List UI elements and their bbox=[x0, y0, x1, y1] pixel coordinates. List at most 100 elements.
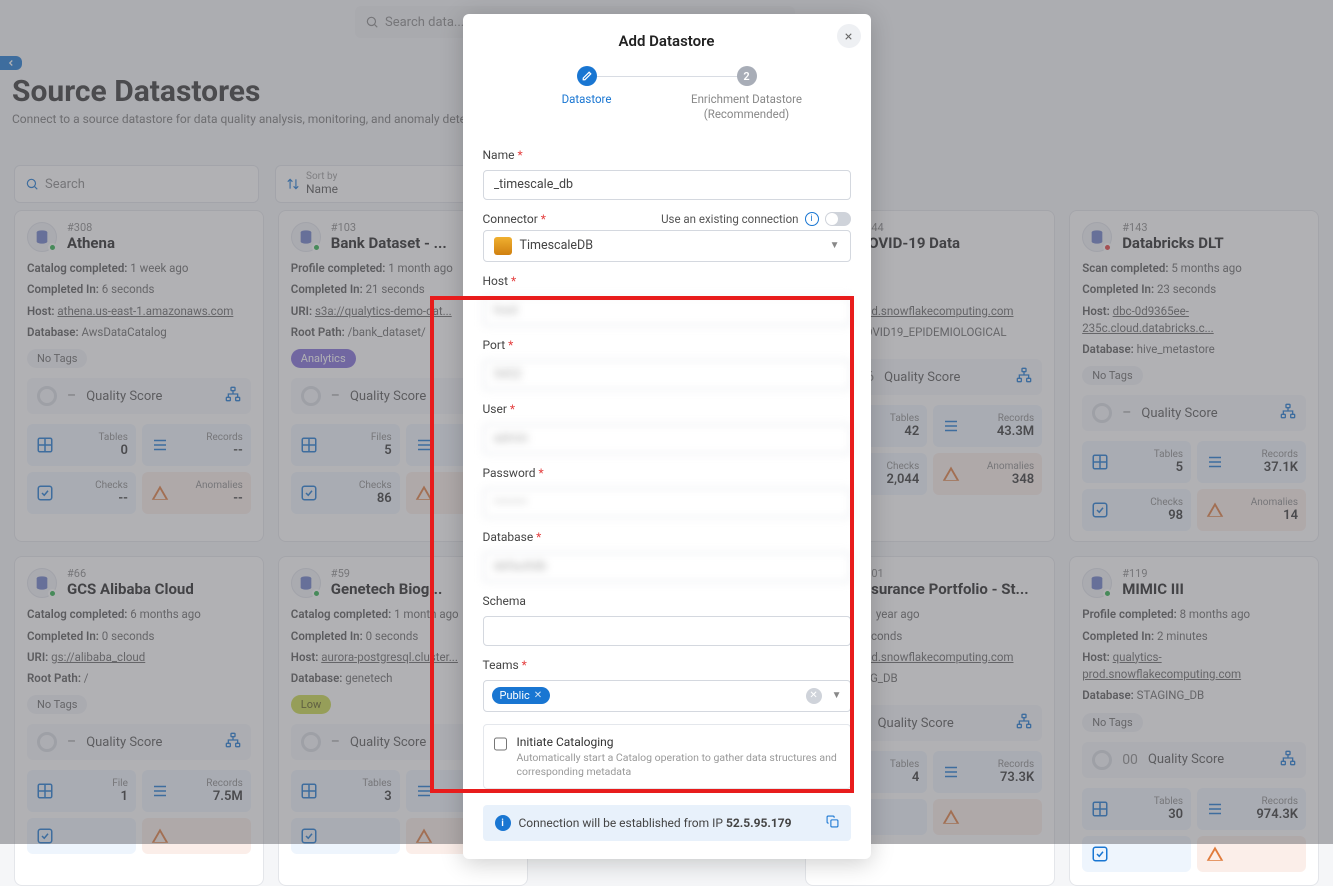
database-icon bbox=[298, 229, 314, 245]
stat-tile[interactable]: Files5 bbox=[291, 424, 400, 466]
score-label: Quality Score bbox=[350, 735, 479, 750]
card-name: GCS Alibaba Cloud bbox=[67, 580, 194, 598]
stat-tile[interactable]: Checks-- bbox=[27, 472, 136, 514]
teams-label: Teams bbox=[483, 658, 851, 672]
stat-tile[interactable] bbox=[27, 818, 136, 854]
records-icon bbox=[414, 781, 434, 801]
sort-icon bbox=[286, 177, 300, 191]
score-ring-icon bbox=[301, 386, 321, 406]
datastore-card[interactable]: #66 GCS Alibaba Cloud Catalog completed:… bbox=[14, 556, 264, 886]
tree-icon[interactable] bbox=[1280, 750, 1296, 770]
records-icon bbox=[1205, 799, 1225, 819]
card-id: #143 bbox=[1122, 221, 1224, 234]
stat-tile[interactable]: Records37.1K bbox=[1197, 441, 1306, 483]
step-enrichment[interactable]: 2 Enrichment Datastore(Recommended) bbox=[667, 66, 827, 122]
score-ring-icon bbox=[301, 732, 321, 752]
stat-tile[interactable]: Records974.3K bbox=[1197, 788, 1306, 830]
search-input[interactable]: Search bbox=[14, 165, 259, 203]
stat-tile[interactable]: Anomalies348 bbox=[933, 453, 1042, 495]
tag[interactable]: Low bbox=[291, 695, 331, 714]
stat-tile[interactable]: Tables30 bbox=[1082, 788, 1191, 830]
use-existing-toggle[interactable] bbox=[825, 212, 851, 226]
score-label: Quality Score bbox=[884, 370, 1006, 385]
tree-icon[interactable] bbox=[225, 386, 241, 406]
card-meta: Database: STAGING_DB bbox=[1082, 687, 1306, 704]
tag[interactable]: No Tags bbox=[1082, 713, 1142, 732]
user-input[interactable] bbox=[483, 424, 851, 454]
stat-tile[interactable]: Tables0 bbox=[27, 424, 136, 466]
stat-tile[interactable] bbox=[1197, 836, 1306, 872]
card-id: #66 bbox=[67, 567, 194, 580]
stat-tile[interactable] bbox=[1082, 836, 1191, 872]
table-icon bbox=[1090, 452, 1110, 472]
initiate-cataloging-option[interactable]: Initiate Cataloging Automatically start … bbox=[483, 724, 851, 789]
stat-tile[interactable]: Checks98 bbox=[1082, 489, 1191, 531]
tree-icon[interactable] bbox=[1016, 367, 1032, 387]
name-label: Name bbox=[483, 148, 851, 162]
score-value: – bbox=[331, 388, 340, 404]
team-chip-public[interactable]: Public ✕ bbox=[492, 687, 551, 704]
stat-tile[interactable]: File1 bbox=[27, 770, 136, 812]
card-meta: Catalog completed: 6 months ago bbox=[27, 606, 251, 623]
score-label: Quality Score bbox=[878, 716, 1007, 731]
quality-score-row[interactable]: – Quality Score bbox=[1082, 395, 1306, 431]
stat-tile[interactable]: Tables3 bbox=[291, 770, 400, 812]
step-datastore[interactable]: Datastore bbox=[507, 66, 667, 107]
warning-icon bbox=[414, 483, 434, 503]
tag[interactable]: No Tags bbox=[27, 695, 87, 714]
tag[interactable]: Analytics bbox=[291, 349, 356, 368]
port-label: Port bbox=[483, 338, 851, 352]
stat-tile[interactable]: Anomalies14 bbox=[1197, 489, 1306, 531]
records-icon bbox=[150, 781, 170, 801]
close-button[interactable] bbox=[837, 24, 861, 48]
stat-tile[interactable]: Checks86 bbox=[291, 472, 400, 514]
stat-tile[interactable] bbox=[933, 799, 1042, 835]
connector-select[interactable]: TimescaleDB ▼ bbox=[483, 230, 851, 262]
datastore-card[interactable]: #308 Athena Catalog completed: 1 week ag… bbox=[14, 210, 264, 542]
name-input[interactable] bbox=[483, 170, 851, 200]
back-button[interactable] bbox=[0, 56, 22, 70]
remove-chip-icon[interactable]: ✕ bbox=[534, 690, 542, 701]
initiate-cataloging-checkbox[interactable] bbox=[494, 737, 507, 751]
card-meta: Host: athena.us-east-1.amazonaws.com bbox=[27, 303, 251, 320]
quality-score-row[interactable]: – Quality Score bbox=[27, 724, 251, 760]
add-datastore-modal: Add Datastore Datastore 2 Enrichment Dat… bbox=[463, 14, 871, 859]
global-search-placeholder: Search data... bbox=[385, 15, 464, 30]
teams-select[interactable]: Public ✕ ✕ ▼ bbox=[483, 680, 851, 712]
host-input[interactable] bbox=[483, 296, 851, 326]
tree-icon[interactable] bbox=[1016, 713, 1032, 733]
card-meta: URI: gs://alibaba_cloud bbox=[27, 649, 251, 666]
schema-input[interactable] bbox=[483, 616, 851, 646]
stat-tile[interactable]: Tables5 bbox=[1082, 441, 1191, 483]
database-input[interactable] bbox=[483, 552, 851, 582]
datastore-icon bbox=[291, 568, 321, 598]
tag[interactable]: No Tags bbox=[1082, 366, 1142, 385]
stat-tile[interactable]: Records7.5M bbox=[142, 770, 251, 812]
search-placeholder: Search bbox=[45, 177, 85, 192]
tag[interactable]: No Tags bbox=[27, 349, 87, 368]
status-dot bbox=[1103, 589, 1112, 598]
stat-tile[interactable]: Records43.3M bbox=[933, 405, 1042, 447]
port-input[interactable] bbox=[483, 360, 851, 390]
stat-tile[interactable]: Records-- bbox=[142, 424, 251, 466]
tree-icon[interactable] bbox=[225, 732, 241, 752]
quality-score-row[interactable]: 00 Quality Score bbox=[1082, 742, 1306, 778]
card-meta: Catalog completed: 1 week ago bbox=[27, 260, 251, 277]
warning-icon bbox=[941, 807, 961, 827]
stat-tile[interactable]: Anomalies-- bbox=[142, 472, 251, 514]
card-meta: Root Path: / bbox=[27, 670, 251, 687]
quality-score-row[interactable]: – Quality Score bbox=[27, 378, 251, 414]
stat-tile[interactable] bbox=[291, 818, 400, 854]
password-input[interactable] bbox=[483, 488, 851, 518]
stat-tile[interactable]: Records73.3K bbox=[933, 751, 1042, 793]
score-label: Quality Score bbox=[86, 389, 215, 404]
copy-ip-button[interactable] bbox=[826, 815, 839, 831]
stat-tile[interactable] bbox=[142, 818, 251, 854]
clear-teams-button[interactable]: ✕ bbox=[806, 688, 822, 704]
datastore-card[interactable]: #143 Databricks DLT Scan completed: 5 mo… bbox=[1069, 210, 1319, 542]
card-meta: Completed In: 23 seconds bbox=[1082, 281, 1306, 298]
info-icon[interactable]: i bbox=[805, 212, 819, 226]
tree-icon[interactable] bbox=[1280, 403, 1296, 423]
datastore-card[interactable]: #119 MIMIC III Profile completed: 8 mont… bbox=[1069, 556, 1319, 886]
card-id: #308 bbox=[67, 221, 115, 234]
